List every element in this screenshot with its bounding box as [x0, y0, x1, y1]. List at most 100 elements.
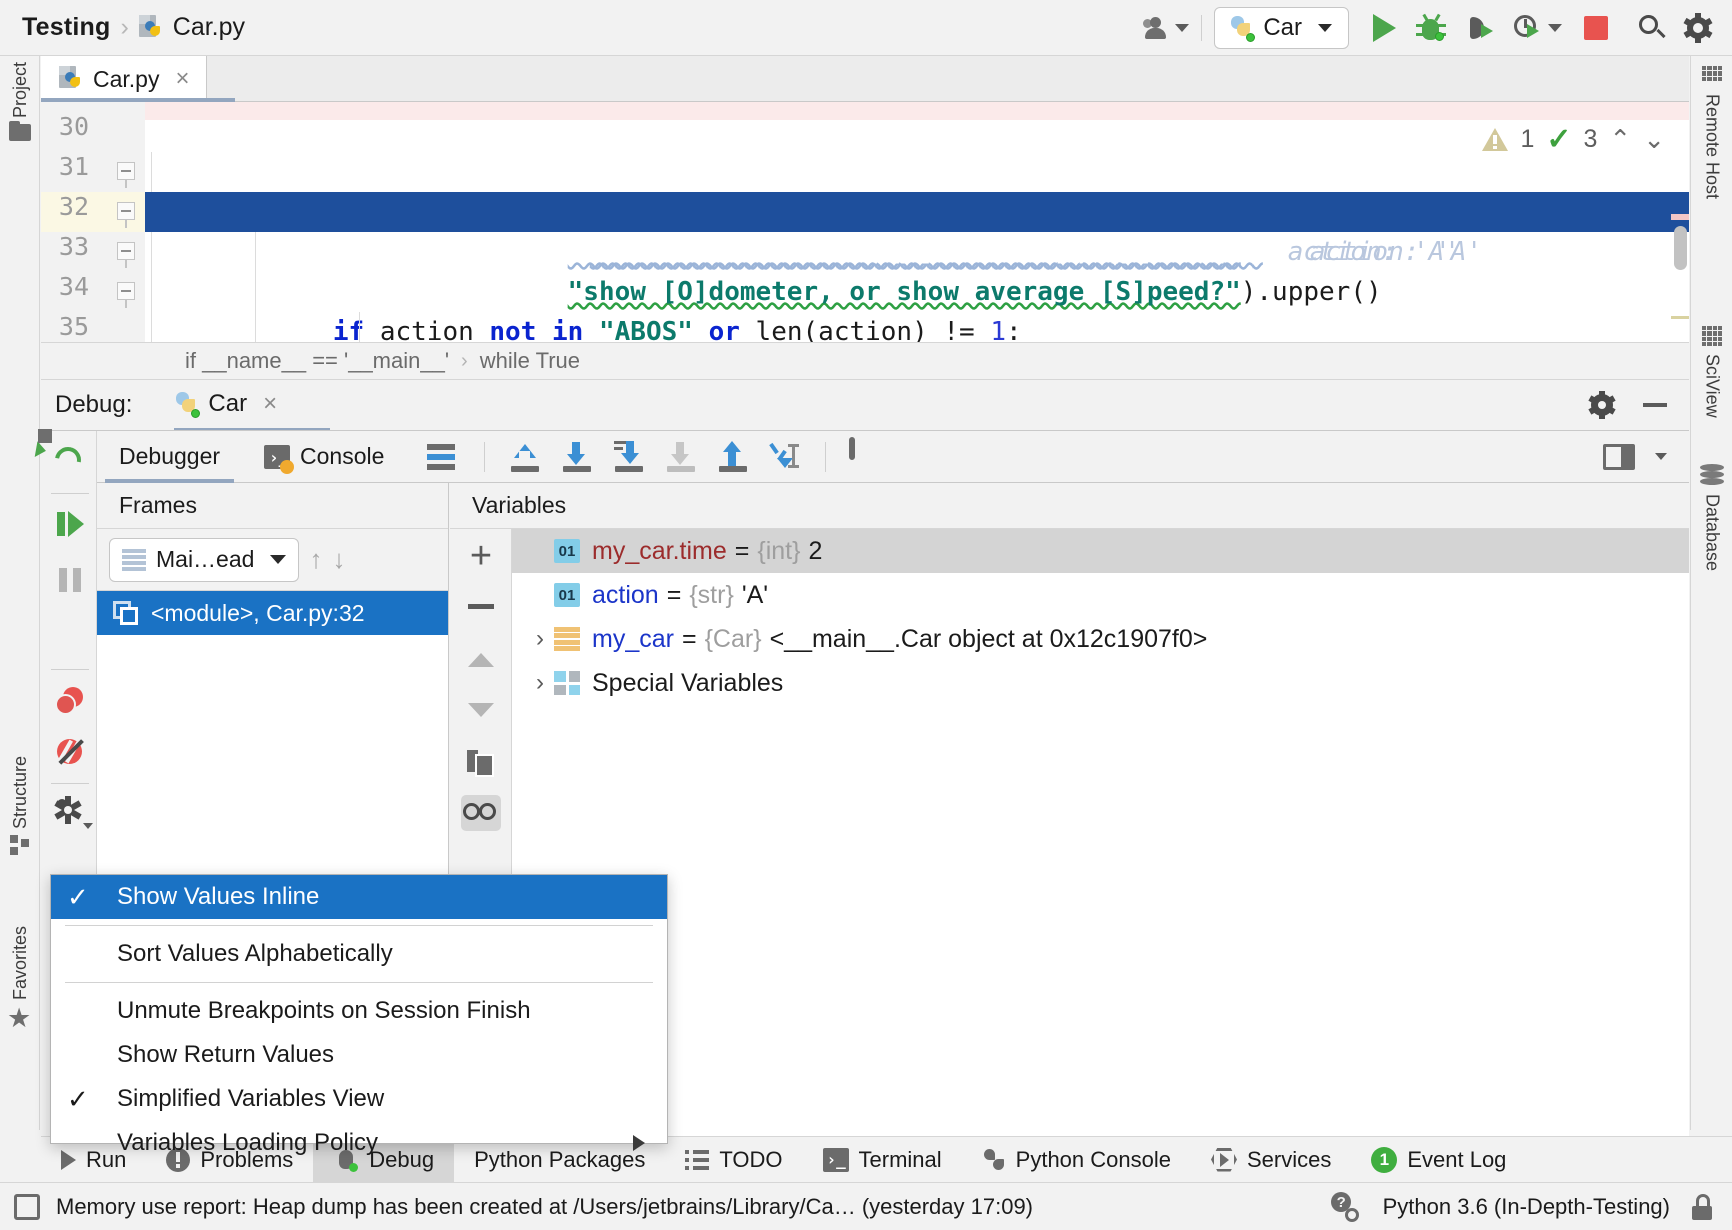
- menu-item-unmute-breakpoints-on-session-finish[interactable]: Unmute Breakpoints on Session Finish: [51, 989, 667, 1033]
- thread-dropdown[interactable]: Mai…ead: [109, 538, 299, 582]
- variables-settings-context-menu[interactable]: ✓ Show Values Inline Sort Values Alphabe…: [50, 874, 668, 1144]
- close-icon[interactable]: ×: [257, 392, 277, 416]
- frame-up-button[interactable]: ↑: [309, 544, 322, 575]
- menu-item-simplified-variables-view[interactable]: ✓ Simplified Variables View: [51, 1077, 667, 1121]
- move-up-button[interactable]: [462, 641, 500, 679]
- menu-item-show-values-inline[interactable]: ✓ Show Values Inline: [51, 875, 667, 919]
- variable-row[interactable]: › Special Variables: [512, 661, 1689, 705]
- remove-watch-button[interactable]: [462, 587, 500, 625]
- breadcrumb-scope-2[interactable]: while True: [480, 348, 580, 374]
- layout-settings-button[interactable]: [1603, 444, 1635, 470]
- debug-button[interactable]: [1406, 13, 1456, 43]
- var-action: action: [355, 237, 449, 267]
- inline-watches-button[interactable]: [461, 795, 501, 831]
- tab-debugger[interactable]: Debugger: [97, 431, 242, 483]
- show-execution-point-button[interactable]: [508, 440, 542, 474]
- run-button[interactable]: [1363, 14, 1406, 42]
- view-breakpoints-button[interactable]: [53, 683, 87, 717]
- stop-square-icon: [1584, 16, 1608, 40]
- debug-session-tab[interactable]: Car ×: [174, 390, 277, 420]
- status-message[interactable]: Memory use report: Heap dump has been cr…: [56, 1194, 1033, 1220]
- sidebar-item-sciview[interactable]: SciView: [1691, 326, 1732, 418]
- status-bar: Memory use report: Heap dump has been cr…: [0, 1182, 1732, 1230]
- menu-item-variables-loading-policy[interactable]: Variables Loading Policy: [51, 1121, 667, 1165]
- force-step-into-button[interactable]: [664, 440, 698, 474]
- frame-down-button[interactable]: ↓: [332, 544, 345, 575]
- breadcrumb-scope-1[interactable]: if __name__ == '__main__': [185, 348, 449, 374]
- inspections-widget[interactable]: 1 ✓ 3 ⌃ ⌄: [1474, 120, 1673, 159]
- stop-button[interactable]: [1568, 16, 1624, 40]
- run-with-coverage-button[interactable]: [1456, 13, 1506, 43]
- fold-marker[interactable]: [117, 202, 135, 220]
- variables-tree[interactable]: 01 my_car.time = {int} 2 01 action = {st…: [512, 529, 1689, 1141]
- menu-item-show-return-values[interactable]: Show Return Values: [51, 1033, 667, 1077]
- search-everywhere-button[interactable]: [1624, 13, 1678, 43]
- interpreter-label[interactable]: Python 3.6 (In-Depth-Testing): [1383, 1194, 1670, 1220]
- tool-window-python-console[interactable]: Python Console: [962, 1137, 1191, 1183]
- run-to-cursor-button[interactable]: [768, 440, 802, 474]
- code-line-32-text[interactable]: action = input("What should I do? [A]cce…: [261, 192, 1591, 232]
- breadcrumb-file-name[interactable]: Car.py: [173, 13, 245, 42]
- stop-button[interactable]: [53, 617, 87, 651]
- frame-list-item[interactable]: <module>, Car.py:32: [97, 591, 448, 635]
- tool-window-services[interactable]: Services: [1191, 1137, 1351, 1183]
- code-line-31[interactable]: while True:: [145, 152, 1689, 192]
- code-line-34[interactable]: if action not in "ABOS" or len(action) !…: [145, 272, 1689, 312]
- sidebar-item-database[interactable]: Database: [1691, 464, 1732, 571]
- todo-icon: [685, 1150, 709, 1170]
- variable-value: 'A': [742, 581, 768, 610]
- resume-program-button[interactable]: [53, 507, 87, 541]
- step-into-button[interactable]: [612, 440, 646, 474]
- variable-row[interactable]: 01 action = {str} 'A': [512, 573, 1689, 617]
- expander-chevron-right-icon[interactable]: ›: [526, 625, 554, 653]
- code-line-35[interactable]: print("I don't know how to do that"): [145, 312, 1689, 342]
- evaluate-expression-button[interactable]: [849, 440, 883, 474]
- view-breakpoints-button[interactable]: [427, 440, 461, 474]
- sidebar-item-remote-host[interactable]: Remote Host: [1691, 66, 1732, 199]
- tool-window-todo[interactable]: TODO: [665, 1137, 802, 1183]
- minimize-icon[interactable]: [1643, 403, 1667, 407]
- tab-console[interactable]: ›_ Console: [242, 431, 406, 483]
- menu-item-sort-values-alphabetically[interactable]: Sort Values Alphabetically: [51, 932, 667, 976]
- unlocked-icon[interactable]: [1692, 1194, 1712, 1220]
- variable-row[interactable]: › my_car = {Car} <__main__.Car object at…: [512, 617, 1689, 661]
- copy-value-button[interactable]: [462, 745, 500, 783]
- step-over-button[interactable]: [560, 440, 594, 474]
- memory-report-icon[interactable]: [14, 1194, 40, 1220]
- variable-type: {str}: [689, 581, 733, 610]
- project-name[interactable]: Testing: [22, 13, 110, 42]
- add-watch-button[interactable]: +: [462, 537, 500, 575]
- rerun-button[interactable]: [53, 445, 87, 479]
- help-gear-icon[interactable]: ?: [1329, 1192, 1361, 1222]
- profile-button[interactable]: [1506, 13, 1568, 43]
- expander-chevron-right-icon[interactable]: ›: [526, 669, 554, 697]
- chevron-down-icon[interactable]: [1655, 453, 1667, 460]
- code-editor[interactable]: while True: action = input("What should …: [41, 102, 1689, 342]
- move-down-button[interactable]: [462, 691, 500, 729]
- tool-window-event-log[interactable]: 1 Event Log: [1351, 1137, 1526, 1183]
- settings-button[interactable]: [1678, 14, 1718, 42]
- mute-breakpoints-button[interactable]: [53, 735, 87, 769]
- fold-marker[interactable]: [117, 162, 135, 180]
- user-avatar-icon[interactable]: [1143, 16, 1189, 40]
- sidebar-item-project[interactable]: Project: [0, 62, 40, 141]
- menu-item-label: Show Return Values: [117, 1041, 667, 1069]
- close-icon[interactable]: ×: [169, 67, 189, 91]
- debug-settings-button[interactable]: [53, 795, 87, 829]
- chevron-up-icon[interactable]: ⌃: [1609, 124, 1631, 155]
- editor-scrollbar[interactable]: [1671, 102, 1689, 342]
- editor-gutter[interactable]: 30 31 32 33 34 35: [41, 102, 145, 342]
- editor-tab-car-py[interactable]: Car.py ×: [41, 56, 207, 102]
- fold-marker[interactable]: [117, 242, 135, 260]
- chevron-down-icon[interactable]: ⌄: [1643, 124, 1665, 155]
- pause-program-button[interactable]: [53, 563, 87, 597]
- step-out-button[interactable]: [716, 440, 750, 474]
- sidebar-item-favorites[interactable]: Favorites ★: [0, 926, 40, 1031]
- run-configuration-selector[interactable]: Car: [1214, 7, 1349, 49]
- sidebar-item-structure[interactable]: Structure: [0, 756, 40, 855]
- thread-selector-row: Mai…ead ↑ ↓: [97, 529, 448, 591]
- tool-window-terminal[interactable]: ›_ Terminal: [803, 1137, 962, 1183]
- fold-marker[interactable]: [117, 282, 135, 300]
- variable-row[interactable]: 01 my_car.time = {int} 2: [512, 529, 1689, 573]
- gear-icon[interactable]: [1587, 390, 1617, 420]
